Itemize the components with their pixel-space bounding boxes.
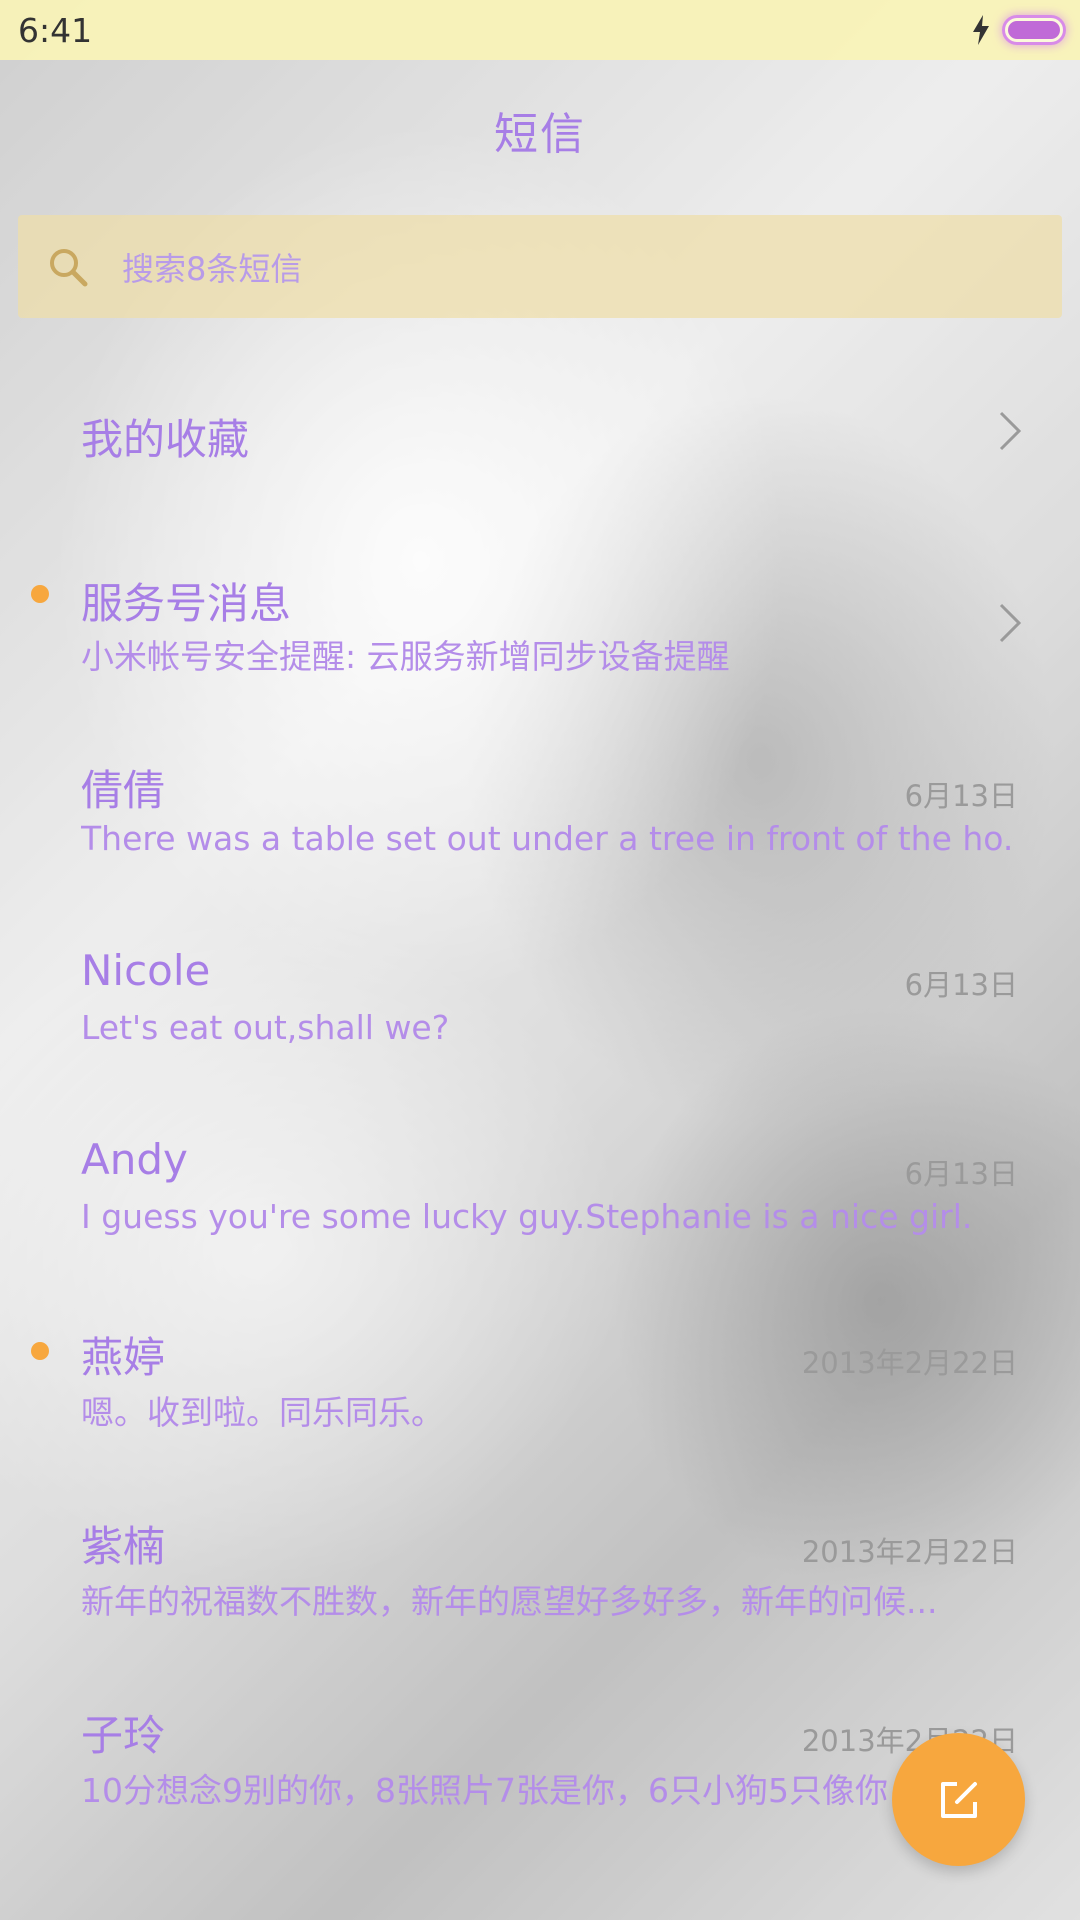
status-bar: 6:41 [0,0,1080,60]
message-date: 6月13日 [904,1157,1018,1191]
search-input[interactable]: 搜索8条短信 [122,244,302,290]
battery-icon [1002,15,1066,45]
conversation-row[interactable]: Nicole 6月13日 Let's eat out,shall we? [0,946,1080,1056]
search-icon [48,247,88,287]
conversation-row[interactable]: Andy 6月13日 I guess you're some lucky guy… [0,1135,1080,1245]
search-bar[interactable]: 搜索8条短信 [18,215,1062,318]
unread-dot [31,1342,49,1360]
contact-name: 倩倩 [81,766,166,815]
favorites-row[interactable]: 我的收藏 [0,400,1080,464]
message-preview: There was a table set out under a tree i… [81,819,1016,858]
message-date: 6月13日 [904,968,1018,1002]
contact-name: Andy [81,1135,188,1184]
contact-name: 燕婷 [81,1333,166,1382]
chevron-right-icon [998,602,1022,644]
page-title: 短信 [494,109,586,160]
message-preview: 10分想念9别的你，8张照片7张是你，6只小狗5只像你 [81,1771,888,1810]
status-time: 6:41 [18,10,93,50]
compose-button[interactable] [892,1733,1025,1866]
message-date: 2013年2月22日 [801,1535,1018,1569]
battery-fill [1008,21,1060,39]
contact-name: 紫楠 [81,1522,166,1571]
message-preview: 新年的祝福数不胜数，新年的愿望好多好多，新年的问候... [81,1582,938,1621]
conversation-row[interactable]: 燕婷 2013年2月22日 嗯。收到啦。同乐同乐。 [0,1324,1080,1434]
message-preview: I guess you're some lucky guy.Stephanie … [81,1197,973,1236]
service-title: 服务号消息 [81,579,292,628]
message-preview: 嗯。收到啦。同乐同乐。 [81,1393,444,1432]
conversation-row[interactable]: 紫楠 2013年2月22日 新年的祝福数不胜数，新年的愿望好多好多，新年的问候.… [0,1513,1080,1623]
service-subtitle: 小米帐号安全提醒: 云服务新增同步设备提醒 [81,637,730,676]
compose-icon [937,1778,981,1822]
conversation-row[interactable]: 倩倩 6月13日 There was a table set out under… [0,757,1080,867]
chevron-right-icon [998,410,1022,452]
message-date: 6月13日 [904,779,1018,813]
service-messages-row[interactable]: 服务号消息 小米帐号安全提醒: 云服务新增同步设备提醒 [0,570,1080,676]
message-date: 2013年2月22日 [801,1346,1018,1380]
contact-name: Nicole [81,946,211,995]
bolt-icon [972,15,990,45]
favorites-label: 我的收藏 [81,415,250,464]
message-preview: Let's eat out,shall we? [81,1008,450,1047]
status-icons [972,15,1066,45]
unread-dot [31,585,49,603]
contact-name: 子玲 [81,1711,166,1760]
